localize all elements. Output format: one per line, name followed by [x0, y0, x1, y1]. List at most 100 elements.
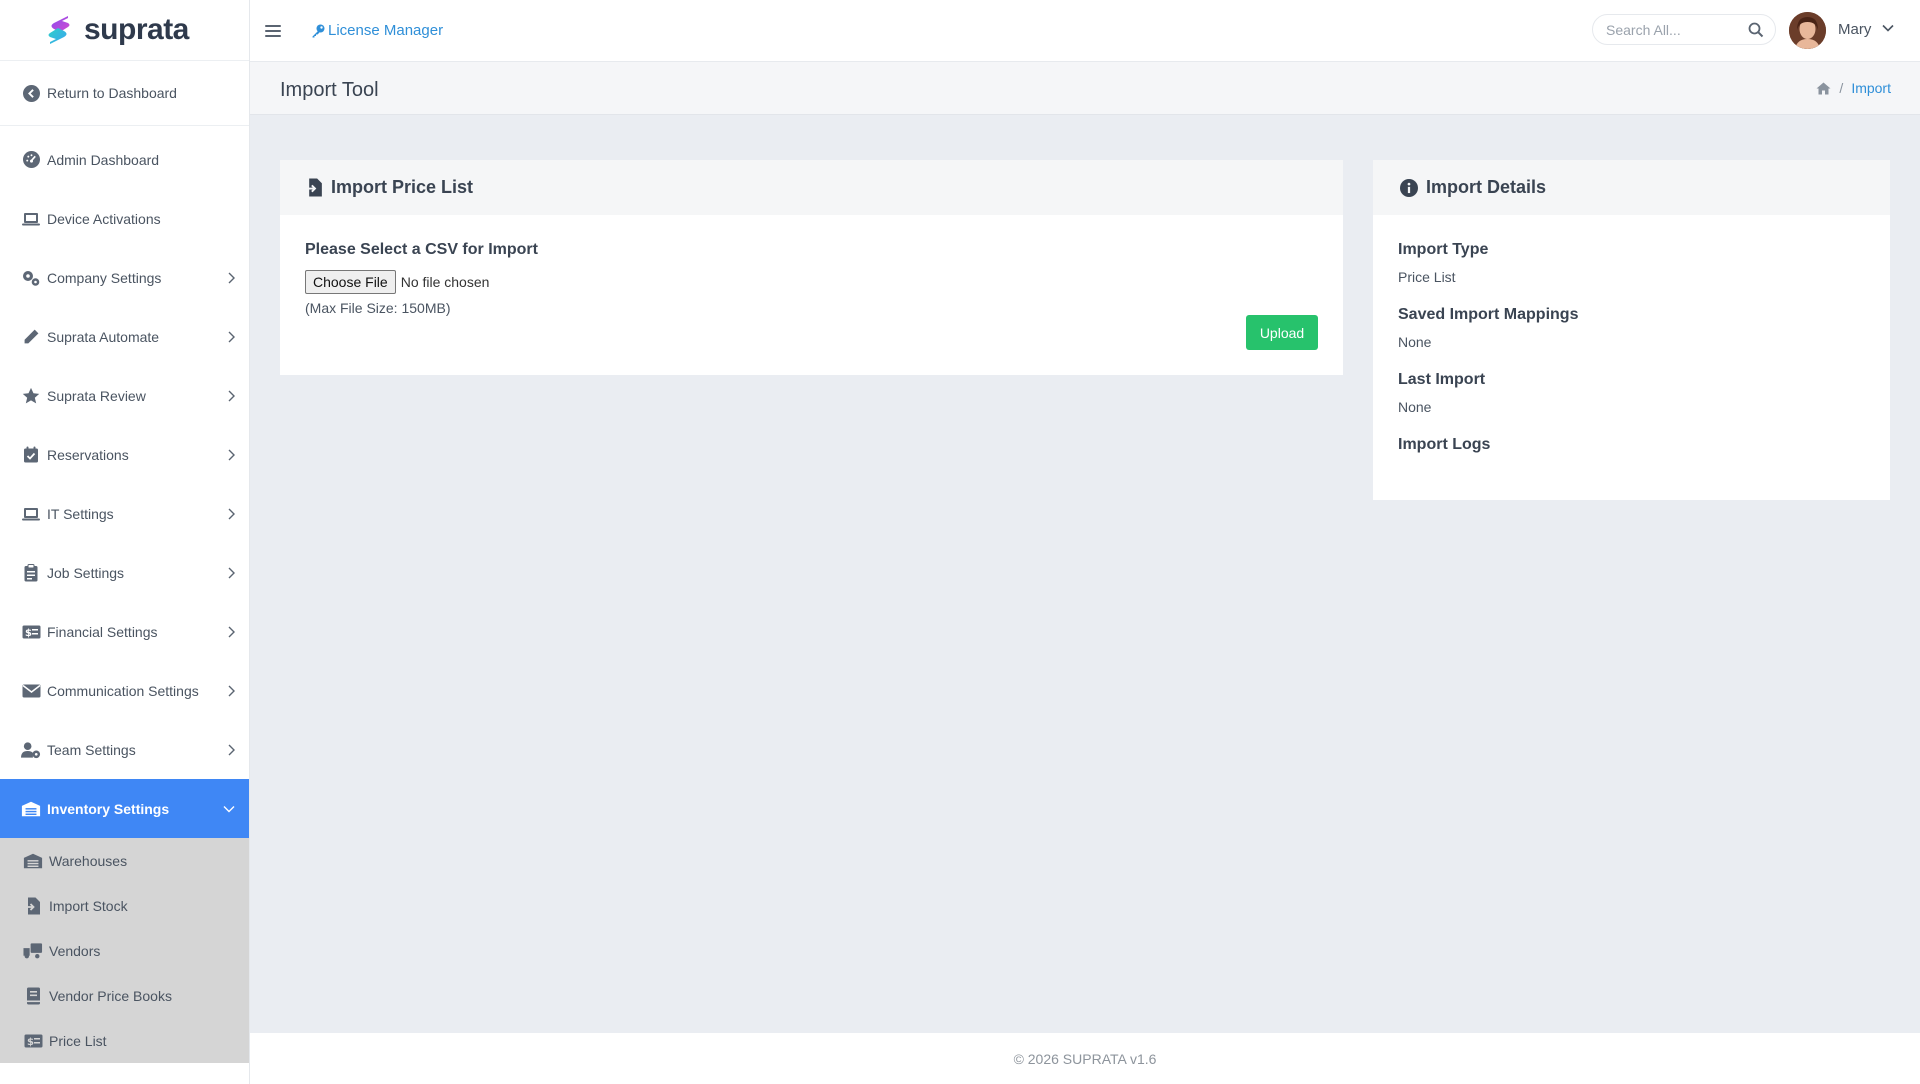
- sidebar-item-label: Financial Settings: [47, 623, 158, 640]
- user-name[interactable]: Mary: [1838, 21, 1871, 38]
- sidebar-item-suprata-automate[interactable]: Suprata Automate: [0, 307, 249, 366]
- saved-mappings-label: Saved Import Mappings: [1398, 306, 1579, 323]
- laptop-icon: [21, 210, 41, 228]
- sidebar-subitem-price-list[interactable]: $ Price List: [0, 1018, 249, 1063]
- chevron-right-icon: [228, 272, 235, 283]
- sidebar-item-label: Job Settings: [47, 564, 125, 581]
- license-manager-link[interactable]: License Manager: [311, 22, 443, 39]
- book-icon: [23, 987, 43, 1005]
- pencil-icon: [21, 328, 41, 346]
- top-bar: License Manager Mary: [250, 0, 1920, 61]
- sidebar-item-financial-settings[interactable]: $ Financial Settings: [0, 602, 249, 661]
- envelope-icon: [21, 682, 41, 700]
- sidebar-subitem-vendor-price-books[interactable]: Vendor Price Books: [0, 973, 249, 1018]
- star-icon: [21, 387, 41, 405]
- max-file-size-note: (Max File Size: 150MB): [305, 300, 451, 316]
- sidebar-item-label: Communication Settings: [47, 682, 199, 699]
- brand-name: suprata: [84, 13, 189, 46]
- sidebar-item-suprata-review[interactable]: Suprata Review: [0, 366, 249, 425]
- import-price-list-card: Import Price List Please Select a CSV fo…: [280, 160, 1343, 375]
- file-input: Choose File No file chosen: [305, 270, 1318, 294]
- circle-chevron-left-icon: [21, 84, 41, 102]
- menu-toggle-icon[interactable]: [265, 24, 281, 37]
- chevron-right-icon: [228, 390, 235, 401]
- csv-prompt: Please Select a CSV for Import: [305, 241, 538, 258]
- sidebar-item-communication-settings[interactable]: Communication Settings: [0, 661, 249, 720]
- sidebar-item-admin-dashboard[interactable]: Admin Dashboard: [0, 130, 249, 189]
- import-type-label: Import Type: [1398, 241, 1489, 258]
- sidebar-item-label: Team Settings: [47, 741, 136, 758]
- search-input[interactable]: [1606, 21, 1746, 38]
- sidebar-item-job-settings[interactable]: Job Settings: [0, 543, 249, 602]
- sidebar-subitem-label: Price List: [49, 1032, 107, 1049]
- sidebar-item-label: Admin Dashboard: [47, 151, 160, 168]
- sidebar-item-label: Inventory Settings: [47, 800, 170, 817]
- money-check-icon: $: [23, 1032, 43, 1050]
- brand-logo[interactable]: suprata: [0, 0, 249, 61]
- sidebar-item-label: Device Activations: [47, 210, 161, 227]
- sidebar-nav: Admin Dashboard Device Activations Compa…: [0, 126, 249, 1063]
- svg-text:$: $: [25, 628, 32, 639]
- footer: © 2026 SUPRATA v1.6: [250, 1033, 1920, 1084]
- choose-file-button[interactable]: Choose File: [305, 270, 396, 294]
- sidebar-item-label: Suprata Review: [47, 387, 146, 404]
- sidebar-item-reservations[interactable]: Reservations: [0, 425, 249, 484]
- copyright-text: © 2026 SUPRATA v1.6: [1013, 1050, 1157, 1067]
- warehouse-icon: [23, 852, 43, 870]
- page-header: Import Tool / Import: [250, 61, 1920, 115]
- sidebar-subitem-vendors[interactable]: Vendors: [0, 928, 249, 973]
- card-body: Please Select a CSV for Import Choose Fi…: [280, 215, 1343, 316]
- sidebar-item-device-activations[interactable]: Device Activations: [0, 189, 249, 248]
- key-icon: [312, 24, 325, 37]
- sidebar-item-label: Suprata Automate: [47, 328, 160, 345]
- chevron-right-icon: [228, 626, 235, 637]
- sidebar-item-company-settings[interactable]: Company Settings: [0, 248, 249, 307]
- sidebar-item-label: Company Settings: [47, 269, 162, 286]
- card-header: Import Details: [1373, 160, 1890, 215]
- return-to-dashboard-link[interactable]: Return to Dashboard: [0, 61, 249, 126]
- file-import-icon: [23, 897, 43, 915]
- file-import-icon: [307, 178, 322, 197]
- chevron-right-icon: [228, 567, 235, 578]
- laptop-icon: [21, 505, 41, 523]
- sidebar-subitem-import-stock[interactable]: Import Stock: [0, 883, 249, 928]
- chevron-right-icon: [228, 508, 235, 519]
- chevron-right-icon: [228, 744, 235, 755]
- chevron-right-icon: [228, 331, 235, 342]
- gears-icon: [21, 269, 41, 287]
- breadcrumb: / Import: [1816, 80, 1891, 96]
- return-label: Return to Dashboard: [47, 85, 177, 101]
- warehouse-icon: [21, 800, 41, 818]
- calendar-check-icon: [21, 446, 41, 464]
- sidebar-item-it-settings[interactable]: IT Settings: [0, 484, 249, 543]
- saved-mappings-value: None: [1398, 334, 1432, 350]
- chevron-down-icon[interactable]: [1882, 24, 1894, 32]
- sidebar-item-inventory-settings[interactable]: Inventory Settings: [0, 779, 249, 838]
- card-body: Import Type Price List Saved Import Mapp…: [1373, 215, 1890, 454]
- sidebar-item-team-settings[interactable]: Team Settings: [0, 720, 249, 779]
- info-circle-icon: [1400, 178, 1418, 197]
- sidebar: suprata Return to Dashboard Admin Dashbo…: [0, 0, 250, 1084]
- card-title: Import Price List: [331, 177, 474, 197]
- last-import-value: None: [1398, 399, 1432, 415]
- home-icon[interactable]: [1816, 82, 1831, 95]
- breadcrumb-separator: /: [1839, 80, 1844, 96]
- chevron-right-icon: [228, 685, 235, 696]
- sidebar-subitem-label: Import Stock: [49, 897, 128, 914]
- upload-button[interactable]: Upload: [1246, 315, 1318, 350]
- money-check-icon: $: [21, 623, 41, 641]
- user-gear-icon: [21, 741, 41, 759]
- sidebar-subitem-label: Vendor Price Books: [49, 987, 172, 1004]
- sidebar-subitem-label: Warehouses: [49, 852, 128, 869]
- file-status: No file chosen: [400, 274, 490, 290]
- sidebar-item-label: Reservations: [47, 446, 129, 463]
- import-type-value: Price List: [1398, 269, 1456, 285]
- breadcrumb-current[interactable]: Import: [1851, 80, 1891, 96]
- avatar-image: [1789, 12, 1826, 49]
- user-avatar[interactable]: [1789, 12, 1826, 49]
- search-icon[interactable]: [1748, 22, 1764, 38]
- import-logs-label: Import Logs: [1398, 436, 1491, 453]
- clipboard-icon: [21, 563, 41, 582]
- chevron-right-icon: [228, 449, 235, 460]
- sidebar-subitem-warehouses[interactable]: Warehouses: [0, 838, 249, 883]
